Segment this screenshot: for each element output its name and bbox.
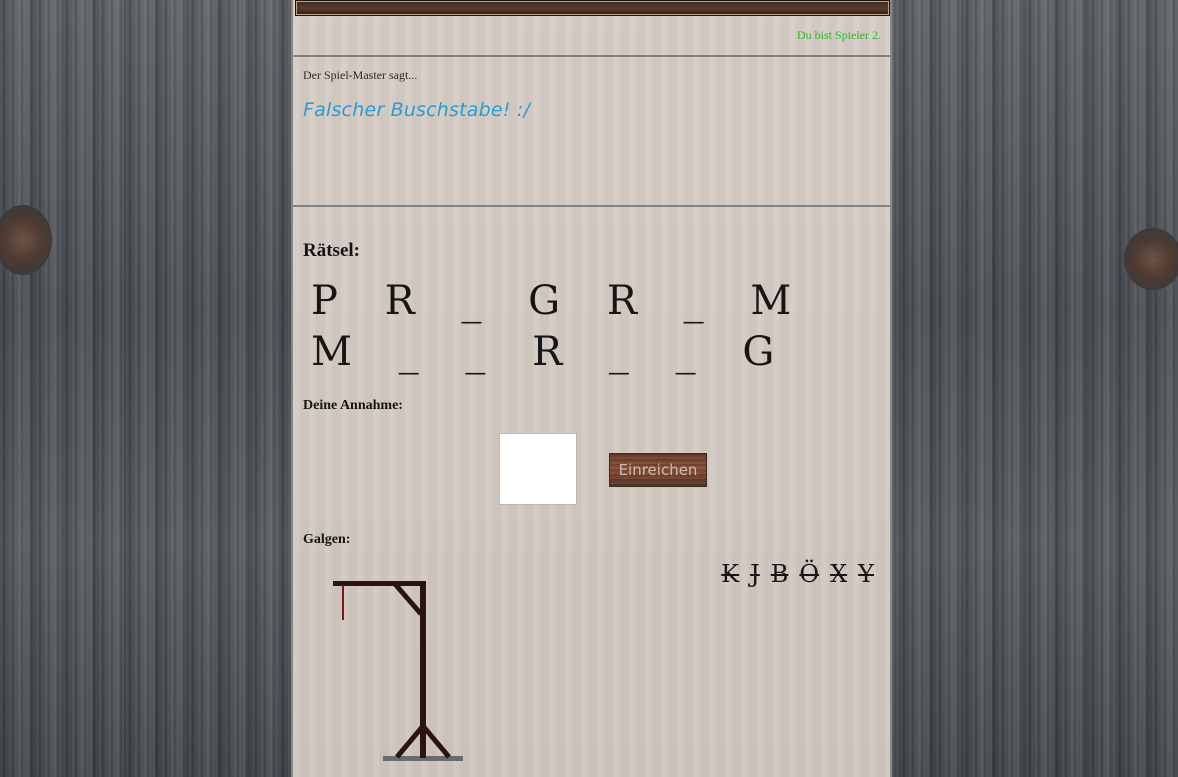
gallows-structure bbox=[333, 581, 463, 761]
guess-input[interactable] bbox=[499, 433, 577, 505]
divider-top bbox=[293, 55, 890, 57]
game-master-message: Falscher Buschstabe! :/ bbox=[303, 99, 531, 121]
game-panel: Du bist Spieler 2. Der Spiel-Master sagt… bbox=[291, 0, 892, 777]
game-master-intro: Der Spiel-Master sagt... bbox=[303, 68, 418, 82]
wrong-letter: X bbox=[830, 560, 848, 588]
wood-knot-left bbox=[0, 205, 52, 275]
wrong-letter: B bbox=[770, 560, 789, 588]
guess-label: Deine Annahme: bbox=[303, 398, 403, 413]
puzzle-word: P R _ G R _ M M _ _ R _ _ G bbox=[311, 278, 802, 375]
wrong-letter: Ö bbox=[799, 560, 820, 588]
top-banner bbox=[295, 0, 890, 16]
wrong-letter: J bbox=[750, 560, 760, 588]
puzzle-heading: Rätsel: bbox=[303, 240, 360, 261]
player-status: Du bist Spieler 2. bbox=[797, 28, 881, 42]
gallows-leg-left bbox=[395, 724, 425, 759]
gallows-leg-right bbox=[421, 724, 451, 759]
gallows-drawing bbox=[333, 581, 463, 761]
gallows-label: Galgen: bbox=[303, 532, 351, 547]
wrong-letters: KJBÖXY bbox=[721, 560, 874, 588]
wood-knot-right bbox=[1124, 228, 1178, 290]
wrong-letter: Y bbox=[858, 560, 874, 588]
wrong-letter: K bbox=[721, 560, 740, 588]
divider-middle bbox=[293, 205, 890, 207]
gallows-brace bbox=[393, 582, 423, 616]
submit-button[interactable]: Einreichen bbox=[609, 453, 707, 487]
gallows-beam bbox=[333, 581, 426, 586]
